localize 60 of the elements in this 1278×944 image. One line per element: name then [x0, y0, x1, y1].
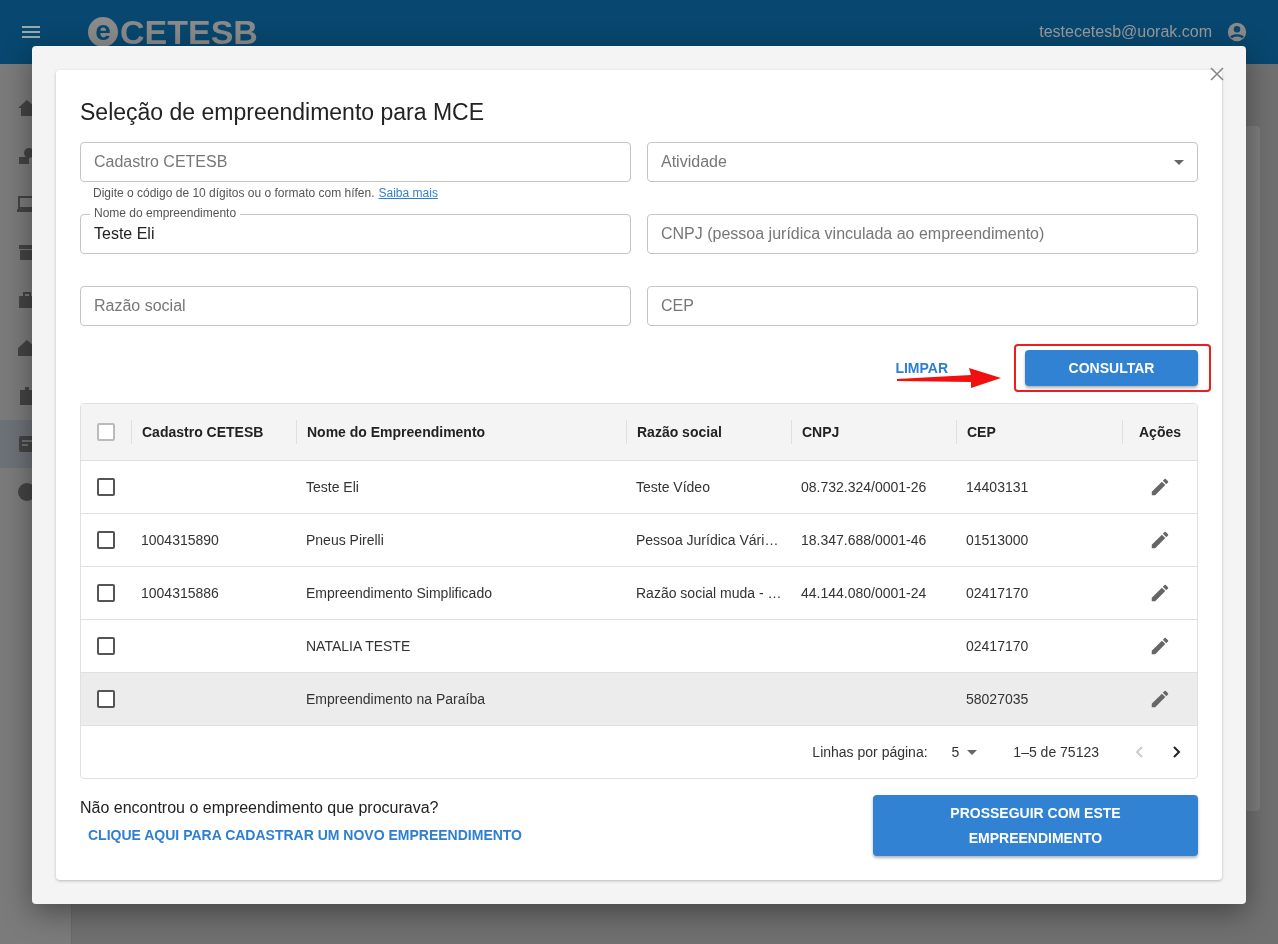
column-header[interactable]: Nome do Empreendimento — [307, 424, 486, 440]
cnpj-cell: 18.347.688/0001-46 — [801, 532, 927, 548]
caret-icon — [967, 749, 978, 755]
name-cell: NATALIA TESTE — [306, 638, 411, 654]
logo-text: CETESB — [120, 15, 258, 49]
menu-icon[interactable] — [22, 26, 40, 38]
row-checkbox[interactable] — [97, 531, 115, 549]
learn-more-link[interactable]: Saiba mais — [378, 186, 438, 200]
cadastro-cell: 1004315890 — [141, 532, 219, 548]
not-found-text: Não encontrou o empreendimento que procurava? — [80, 799, 440, 817]
column-header[interactable]: Cadastro CETESB — [142, 424, 264, 440]
register-link[interactable]: CLIQUE AQUI PARA CADASTRAR UM NOVO EMPREENDIMENTO — [80, 827, 522, 843]
table-row[interactable]: 1004315890 Pneus Pirelli Pessoa Jurídica Vári… 18.347.688/0001-46 01513000 — [81, 514, 1197, 567]
activity-select[interactable]: Atividade — [647, 142, 1198, 182]
cnpj-cell: 08.732.324/0001-26 — [801, 479, 927, 495]
rows-per-page-select[interactable]: 5 — [951, 744, 978, 760]
name-cell: Empreendimento Simplificado — [306, 585, 492, 601]
column-header[interactable]: CNPJ — [802, 424, 840, 440]
account-icon[interactable] — [1226, 21, 1248, 43]
company-cell: Teste Vídeo — [636, 479, 710, 495]
select-all-checkbox[interactable] — [97, 423, 115, 441]
proceed-button[interactable]: PROSSEGUIR COM ESTE EMPREENDIMENTO — [873, 795, 1198, 856]
input-field[interactable]: Cadastro CETESB — [80, 142, 631, 182]
cep-cell: 58027035 — [966, 691, 1029, 707]
row-checkbox[interactable] — [97, 584, 115, 602]
cep-cell: 01513000 — [966, 532, 1029, 548]
column-header[interactable]: Razão social — [637, 424, 722, 440]
input-field[interactable]: CEP — [647, 286, 1198, 326]
field-label: Nome do empreendimento — [90, 207, 241, 220]
cep-cell: 02417170 — [966, 585, 1029, 601]
cep-cell: 14403131 — [966, 479, 1029, 495]
caret-icon — [1174, 159, 1184, 165]
name-cell: Empreendimento na Paraíba — [306, 691, 485, 707]
page-range: 1–5 de 75123 — [1013, 744, 1099, 760]
table-row[interactable]: Teste Eli Teste Vídeo 08.732.324/0001-26 14403131 — [81, 461, 1197, 514]
company-cell: Pessoa Jurídica Vári… — [636, 532, 779, 548]
search-button[interactable]: CONSULTAR — [1025, 350, 1198, 386]
table-row[interactable]: 1004315886 Empreendimento Simplificado Razão social muda - … 44.144.080/0001-24 02417170 — [81, 567, 1197, 620]
helper-text: Digite o código de 10 dígitos ou o formato com hífen. — [93, 186, 375, 200]
column-header[interactable]: Ações — [1139, 424, 1181, 440]
company-cell: Razão social muda - … — [636, 585, 782, 601]
logo-mark: e — [88, 17, 118, 47]
row-checkbox[interactable] — [97, 637, 115, 655]
cep-cell: 02417170 — [966, 638, 1029, 654]
row-checkbox[interactable] — [97, 478, 115, 496]
column-header[interactable]: CEP — [967, 424, 996, 440]
input-field[interactable]: CNPJ (pessoa jurídica vinculada ao empreendimento) — [647, 214, 1198, 254]
name-cell: Teste Eli — [306, 479, 359, 495]
name-cell: Pneus Pirelli — [306, 532, 384, 548]
clear-button[interactable]: LIMPAR — [895, 360, 948, 376]
rows-per-page-label: Linhas por página: — [812, 744, 928, 760]
table-row[interactable]: Empreendimento na Paraíba 58027035 — [81, 673, 1197, 726]
next-page-icon[interactable] — [1173, 746, 1181, 758]
cnpj-cell: 44.144.080/0001-24 — [801, 585, 927, 601]
user-email: testecetesb@uorak.com — [1039, 23, 1212, 41]
dialog-title: Seleção de empreendimento para MCE — [80, 98, 485, 127]
input-field[interactable]: Razão social — [80, 286, 631, 326]
cadastro-cell: 1004315886 — [141, 585, 219, 601]
row-checkbox[interactable] — [97, 690, 115, 708]
close-icon[interactable] — [1210, 67, 1224, 81]
